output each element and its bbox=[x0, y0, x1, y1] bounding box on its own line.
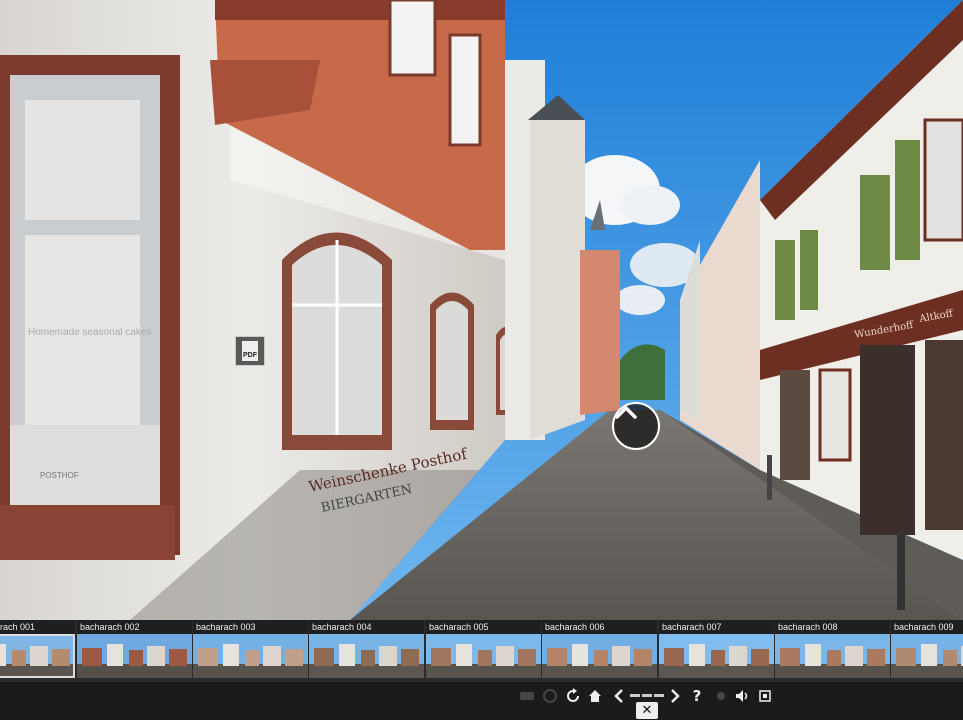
thumbnail-1[interactable]: bacharach 001 bbox=[0, 620, 75, 682]
previous-icon bbox=[614, 689, 623, 703]
autorotate-icon bbox=[567, 688, 579, 702]
control-bar: ? ✕ bbox=[0, 682, 963, 720]
vr-icon bbox=[717, 692, 725, 700]
thumbnail-image bbox=[891, 634, 963, 678]
fullscreen-icon bbox=[759, 690, 771, 702]
thumbnail-image bbox=[309, 634, 424, 678]
thumbnail-label: bacharach 005 bbox=[426, 620, 541, 634]
sound-icon bbox=[736, 690, 748, 702]
thumbnail-label: bacharach 008 bbox=[775, 620, 890, 634]
window-logo-text: POSTHOF bbox=[40, 471, 79, 480]
thumbnail-4[interactable]: bacharach 004 bbox=[309, 620, 424, 682]
thumbnail-image bbox=[659, 634, 774, 678]
home-icon bbox=[589, 690, 601, 702]
pdf-hotspot-label: PDF bbox=[243, 352, 257, 359]
gyro-icon bbox=[543, 689, 557, 703]
thumbnail-image bbox=[77, 634, 192, 678]
next-icon bbox=[671, 689, 680, 703]
thumbnail-5[interactable]: bacharach 005 bbox=[426, 620, 541, 682]
navigation-arrow-hotspot[interactable] bbox=[612, 402, 660, 450]
fullscreen-button[interactable] bbox=[757, 686, 773, 706]
thumbnail-image bbox=[426, 634, 541, 678]
pdf-icon: PDF bbox=[242, 341, 258, 361]
previous-scene-button[interactable] bbox=[612, 686, 626, 706]
hide-thumbnails-icon bbox=[520, 692, 534, 700]
progress-dashes-icon bbox=[630, 694, 664, 697]
thumbnail-image bbox=[0, 634, 75, 678]
thumbnail-label: bacharach 003 bbox=[193, 620, 308, 634]
thumbnail-label: bacharach 007 bbox=[659, 620, 774, 634]
thumbnail-image bbox=[542, 634, 657, 678]
autorotate-button[interactable] bbox=[564, 686, 582, 706]
thumbnail-7[interactable]: bacharach 007 bbox=[659, 620, 774, 682]
thumbnail-image bbox=[193, 634, 308, 678]
street-scene: Weinschenke Posthof BIERGARTEN Homemade … bbox=[0, 0, 963, 620]
home-button[interactable] bbox=[586, 686, 604, 706]
help-button[interactable]: ? bbox=[688, 686, 706, 706]
thumbnail-label: bacharach 001 bbox=[0, 620, 75, 634]
thumbnail-2[interactable]: bacharach 002 bbox=[77, 620, 192, 682]
thumbnail-label: bacharach 009 bbox=[891, 620, 963, 634]
close-button[interactable]: ✕ bbox=[636, 702, 658, 719]
thumbnail-label: bacharach 002 bbox=[77, 620, 192, 634]
chevron-up-icon bbox=[615, 406, 637, 419]
pdf-hotspot[interactable]: PDF bbox=[235, 336, 265, 366]
thumbnail-bar: bacharach 001bacharach 002bacharach 003b… bbox=[0, 620, 963, 682]
thumbnail-label: bacharach 004 bbox=[309, 620, 424, 634]
hide-thumbnails-button[interactable] bbox=[518, 686, 536, 706]
thumbnail-6[interactable]: bacharach 006 bbox=[542, 620, 657, 682]
thumbnail-8[interactable]: bacharach 008 bbox=[775, 620, 890, 682]
thumbnail-3[interactable]: bacharach 003 bbox=[193, 620, 308, 682]
thumbnail-label: bacharach 006 bbox=[542, 620, 657, 634]
panorama-viewport[interactable]: Weinschenke Posthof BIERGARTEN Homemade … bbox=[0, 0, 963, 620]
help-icon: ? bbox=[692, 687, 702, 705]
gyro-button[interactable] bbox=[541, 686, 559, 706]
next-scene-button[interactable] bbox=[668, 686, 682, 706]
thumbnail-image bbox=[775, 634, 890, 678]
vr-button[interactable] bbox=[712, 686, 730, 706]
thumbnail-9[interactable]: bacharach 009 bbox=[891, 620, 963, 682]
sound-button[interactable] bbox=[734, 686, 752, 706]
window-sign-text: Homemade seasonal cakes bbox=[28, 327, 151, 338]
